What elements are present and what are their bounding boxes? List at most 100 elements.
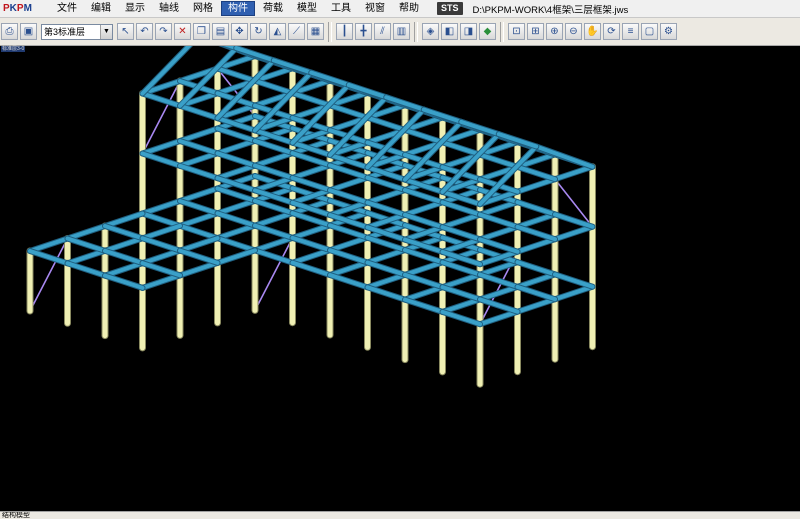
- beam-member: [178, 199, 220, 216]
- rotate-icon[interactable]: ↻: [250, 23, 267, 40]
- beam-member: [403, 128, 445, 145]
- beam-member: [515, 224, 557, 242]
- beam-member: [65, 236, 107, 253]
- beam-member: [215, 138, 257, 156]
- menu-item[interactable]: 荷载: [257, 1, 289, 16]
- beam-member: [65, 248, 107, 266]
- beam-member: [103, 248, 145, 266]
- column-icon[interactable]: ┃: [336, 23, 353, 40]
- chevron-down-icon[interactable]: ▼: [100, 24, 112, 39]
- beam-member: [215, 151, 257, 168]
- beam-member: [515, 260, 557, 277]
- beam-member: [253, 223, 295, 240]
- beam-member: [178, 248, 220, 265]
- beam-member: [553, 284, 595, 302]
- wall-icon[interactable]: ▥: [393, 23, 410, 40]
- toolbar-separator: [414, 21, 418, 42]
- menu-item[interactable]: 网格: [187, 1, 219, 16]
- toolbar-separator: [500, 21, 504, 42]
- menu-item[interactable]: 帮助: [393, 1, 425, 16]
- menu-item[interactable]: 工具: [325, 1, 357, 16]
- beam-member: [253, 78, 295, 96]
- beam-icon[interactable]: ╋: [355, 23, 372, 40]
- beam-member: [140, 223, 182, 241]
- beam-member: [140, 199, 182, 216]
- beam-member: [478, 152, 520, 169]
- menu-item[interactable]: 轴线: [153, 1, 185, 16]
- beam-member: [440, 272, 482, 290]
- settings-icon[interactable]: ⚙: [660, 23, 677, 40]
- pkpm-logo: PKPM: [3, 3, 32, 14]
- beam-member: [328, 103, 370, 120]
- beam-member: [140, 151, 182, 168]
- view-side-icon[interactable]: ◨: [460, 23, 477, 40]
- beam-member: [140, 91, 182, 108]
- menu-item[interactable]: 模型: [291, 1, 323, 16]
- beam-member: [140, 248, 182, 266]
- beam-member: [515, 212, 557, 229]
- pan-icon[interactable]: ✋: [584, 23, 601, 40]
- beam-member: [178, 103, 220, 121]
- beam-member: [478, 212, 520, 229]
- beam-member: [365, 248, 407, 265]
- beam-member: [178, 223, 220, 241]
- beam-member: [178, 151, 220, 168]
- brace-icon[interactable]: ⫽: [374, 23, 391, 40]
- beam-member: [290, 163, 332, 180]
- zoom-all-icon[interactable]: ⊞: [527, 23, 544, 40]
- beam-member: [403, 260, 445, 277]
- view-3d-icon[interactable]: ◈: [422, 23, 439, 40]
- menu-item[interactable]: 文件: [51, 1, 83, 16]
- beam-member: [290, 223, 332, 240]
- beam-member: [440, 285, 482, 302]
- main-toolbar: ⎙ ▣ 第3标准层 ▼ ↖ ↶ ↷ ✕ ❐ ▤ ✥ ↻ ◭ ⟋ ▦ ┃ ╋ ⫽ …: [0, 18, 800, 46]
- beam-member: [103, 211, 145, 228]
- beam-member: [328, 260, 370, 277]
- menu-item[interactable]: 编辑: [85, 1, 117, 16]
- copy-icon[interactable]: ❐: [193, 23, 210, 40]
- menu-item[interactable]: 显示: [119, 1, 151, 16]
- beam-member: [515, 164, 557, 182]
- move-icon[interactable]: ✥: [231, 23, 248, 40]
- mirror-icon[interactable]: ◭: [269, 23, 286, 40]
- zoom-out-icon[interactable]: ⊖: [565, 23, 582, 40]
- undo-icon[interactable]: ↶: [136, 23, 153, 40]
- beam-member: [290, 260, 332, 277]
- beam-member: [440, 140, 482, 157]
- zoom-window-icon[interactable]: ⊡: [508, 23, 525, 40]
- menu-bar: PKPM 文件 编辑 显示 轴线 网格 构件 荷载 模型 工具 视窗 帮助 STS D:\PKPM-…: [0, 0, 800, 18]
- beam-member: [65, 261, 107, 278]
- property-icon[interactable]: ▦: [307, 23, 324, 40]
- beam-member: [515, 284, 557, 302]
- sts-badge[interactable]: STS: [437, 2, 463, 15]
- floor-select[interactable]: 第3标准层 ▼: [41, 23, 113, 40]
- beam-member: [478, 224, 520, 242]
- redo-icon[interactable]: ↷: [155, 23, 172, 40]
- beam-member: [440, 212, 482, 230]
- view-front-icon[interactable]: ◧: [441, 23, 458, 40]
- viewport-tag: 标准层3-0: [1, 46, 26, 52]
- beam-member: [223, 46, 239, 51]
- delete-icon[interactable]: ✕: [174, 23, 191, 40]
- beam-member: [140, 236, 182, 253]
- render-icon[interactable]: ◆: [479, 23, 496, 40]
- beam-member: [253, 248, 295, 265]
- menu-item[interactable]: 视窗: [359, 1, 391, 16]
- beam-member: [515, 200, 557, 217]
- menu-item[interactable]: 构件: [221, 1, 255, 16]
- zoom-in-icon[interactable]: ⊕: [546, 23, 563, 40]
- beam-member: [365, 272, 407, 290]
- save-icon[interactable]: ▣: [20, 23, 37, 40]
- layer-icon[interactable]: ≡: [622, 23, 639, 40]
- beam-member: [290, 91, 332, 108]
- print-icon[interactable]: ⎙: [1, 23, 18, 40]
- display-icon[interactable]: ▢: [641, 23, 658, 40]
- paste-icon[interactable]: ▤: [212, 23, 229, 40]
- measure-icon[interactable]: ⟋: [288, 23, 305, 40]
- beam-member: [403, 272, 445, 290]
- file-path: D:\PKPM-WORK\4框架\三层框架.jws: [472, 4, 629, 16]
- refresh-icon[interactable]: ⟳: [603, 23, 620, 40]
- beam-member: [328, 248, 370, 265]
- model-viewport[interactable]: [0, 46, 800, 511]
- select-arrow-icon[interactable]: ↖: [117, 23, 134, 40]
